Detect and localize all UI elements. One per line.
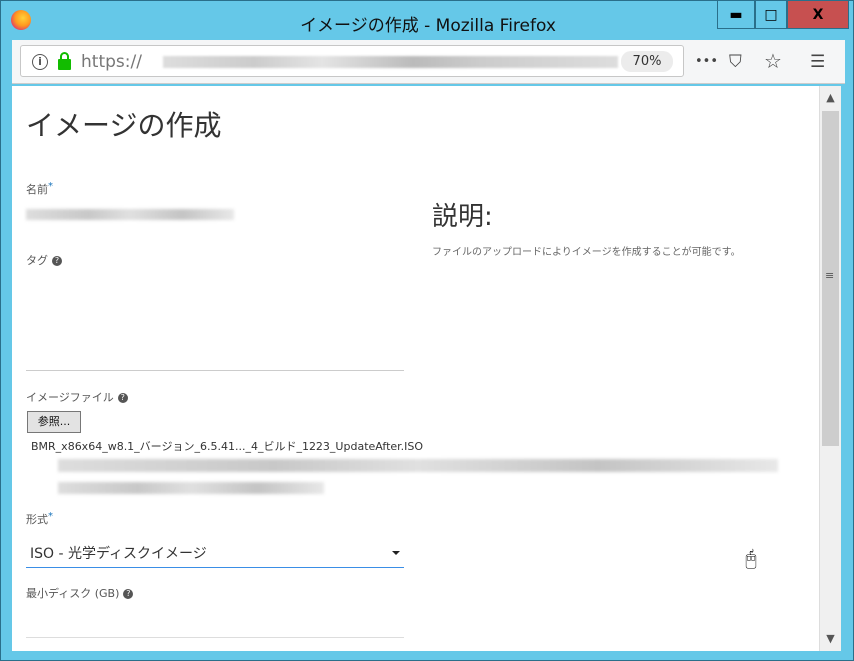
format-label: 形式* (26, 511, 53, 527)
name-label: 名前* (26, 181, 53, 197)
close-button[interactable]: X (787, 1, 849, 29)
url-bar[interactable]: i https:// 70% (20, 45, 684, 77)
url-redacted (163, 56, 618, 68)
format-select[interactable]: ISO - 光学ディスクイメージ (26, 538, 404, 568)
description-text: ファイルのアップロードによりイメージを作成することが可能です。 (432, 247, 741, 258)
grip-icon: ≡ (825, 269, 835, 282)
required-marker: * (48, 181, 53, 192)
tag-label-text: タグ (26, 254, 48, 267)
min-disk-label-text: 最小ディスク (GB) (26, 587, 120, 600)
min-disk-label: 最小ディスク (GB)? (26, 585, 134, 601)
scroll-up-icon[interactable]: ▲ (820, 88, 841, 108)
bookmark-star-icon[interactable]: ☆ (764, 49, 782, 73)
tag-textarea[interactable] (26, 271, 404, 371)
url-text[interactable]: https:// (81, 52, 142, 72)
selected-file-name: BMR_x86x64_w8.1_バージョン_6.5.41..._4_ビルド_12… (31, 440, 424, 453)
browser-window: イメージの作成 - Mozilla Firefox ▬ □ X i https:… (0, 0, 854, 661)
title-bar: イメージの作成 - Mozilla Firefox ▬ □ X (1, 1, 854, 39)
help-icon[interactable]: ? (52, 256, 62, 266)
scrollbar-thumb[interactable]: ≡ (822, 111, 839, 446)
help-icon[interactable]: ? (123, 589, 134, 599)
more-actions-icon[interactable]: ••• (695, 54, 718, 69)
image-file-label-text: イメージファイル (26, 391, 114, 404)
navigation-toolbar: i https:// 70% ••• ⛉ ☆ ☰ (12, 40, 845, 84)
image-file-label: イメージファイル? (26, 389, 128, 405)
minimize-button[interactable]: ▬ (717, 1, 755, 29)
zoom-level-button[interactable]: 70% (621, 51, 673, 72)
redacted-text (58, 459, 778, 472)
format-label-text: 形式 (26, 513, 48, 526)
info-icon[interactable]: i (32, 54, 48, 70)
maximize-button[interactable]: □ (755, 1, 787, 29)
help-icon[interactable]: ? (117, 393, 128, 403)
lock-icon[interactable] (58, 52, 71, 70)
dropdown-caret-icon (392, 551, 400, 555)
mouse-cursor-icon: 🖰 (745, 546, 757, 570)
browse-button[interactable]: 参照... (27, 411, 81, 433)
redacted-text (58, 482, 324, 494)
format-select-value: ISO - 光学ディスクイメージ (30, 546, 207, 562)
scroll-down-icon[interactable]: ▼ (820, 629, 841, 649)
required-marker: * (48, 511, 53, 522)
name-input-redacted[interactable] (26, 209, 234, 220)
tag-label: タグ? (26, 252, 62, 268)
description-heading: 説明: (432, 202, 493, 232)
pocket-icon[interactable]: ⛉ (729, 52, 742, 72)
hamburger-menu-icon[interactable]: ☰ (810, 52, 825, 72)
page-content: イメージの作成 名前* タグ? イメージファイル? 参照... BMR_x86x… (12, 86, 819, 651)
min-disk-input[interactable] (26, 606, 404, 638)
name-label-text: 名前 (26, 183, 48, 196)
page-title: イメージの作成 (26, 109, 222, 142)
vertical-scrollbar[interactable]: ▲ ≡ ▼ (819, 86, 841, 651)
